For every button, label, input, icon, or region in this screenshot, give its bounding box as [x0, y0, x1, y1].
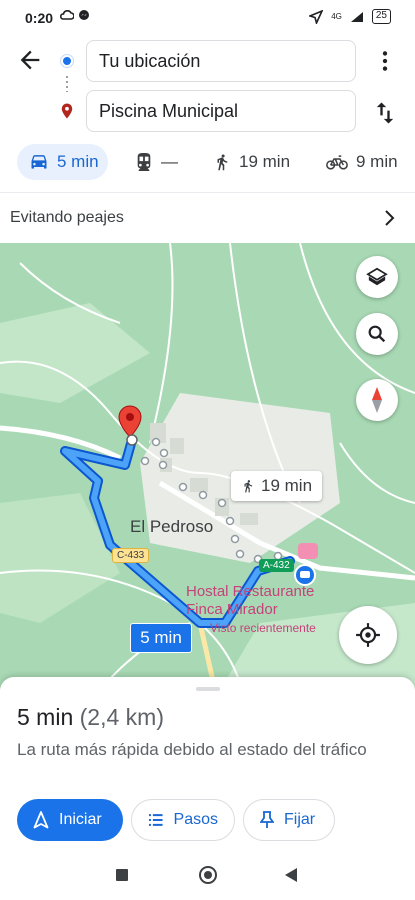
compass-button[interactable]: [356, 379, 398, 421]
destination-field[interactable]: Piscina Municipal: [86, 90, 356, 132]
location-arrow-icon: [309, 9, 324, 24]
my-location-button[interactable]: [339, 606, 397, 664]
map-view[interactable]: El Pedroso 19 min C-433 A-432 Hostal Res…: [0, 243, 415, 690]
swap-route-button[interactable]: [371, 99, 399, 127]
poi-sublabel: Visto recientemente: [210, 621, 316, 635]
map-search-button[interactable]: [356, 313, 398, 355]
route-summary: 5 min (2,4 km): [17, 704, 164, 731]
layers-icon: [366, 267, 388, 286]
tab-transit[interactable]: —: [135, 144, 178, 180]
start-label: Iniciar: [59, 811, 102, 828]
route-summary-sheet: 5 min (2,4 km) La ruta más rápida debido…: [0, 677, 415, 857]
steps-button[interactable]: Pasos: [131, 799, 235, 841]
tolls-label: Evitando peajes: [10, 209, 124, 226]
train-icon: [137, 153, 151, 171]
route-options-row[interactable]: Evitando peajes: [0, 193, 415, 243]
travel-mode-tabs: 5 min — 19 min 9 min: [0, 140, 415, 184]
destination-pin-icon: [58, 101, 76, 121]
origin-dot-icon: [61, 55, 73, 67]
walk-time-callout[interactable]: 19 min: [231, 471, 323, 501]
home-button[interactable]: [199, 866, 217, 884]
walk-icon: [244, 480, 253, 493]
road-shield-c433: C-433: [112, 548, 150, 563]
notification-icons: [59, 9, 90, 24]
drive-time: 5 min: [57, 152, 99, 171]
my-location-icon: [356, 623, 380, 647]
route-connector: [66, 76, 68, 92]
status-right: 4G 25: [309, 9, 391, 24]
route-time-callout[interactable]: 5 min: [130, 623, 192, 653]
more-options-button[interactable]: [372, 48, 398, 74]
status-bar: 0:20 4G 25: [0, 0, 415, 36]
walk-callout-time: 19 min: [261, 476, 313, 495]
walk-time: 19 min: [239, 152, 291, 171]
signal-icon: [350, 11, 363, 22]
transit-time: —: [161, 152, 178, 171]
bike-time: 9 min: [356, 152, 398, 171]
start-button[interactable]: Iniciar: [17, 799, 123, 841]
summary-distance: (2,4 km): [79, 704, 164, 730]
list-icon: [148, 814, 163, 826]
arrow-back-icon: [20, 50, 40, 70]
chevron-right-icon: [385, 210, 395, 226]
search-icon: [368, 325, 386, 343]
cloud-icon: [59, 10, 75, 20]
bike-icon: [326, 155, 348, 170]
tab-walk[interactable]: 19 min: [213, 144, 290, 180]
steps-label: Pasos: [173, 811, 218, 828]
messenger-icon: [78, 10, 89, 20]
more-vert-icon: [382, 51, 388, 71]
tab-drive[interactable]: 5 min: [17, 144, 108, 180]
swap-vert-icon: [376, 102, 394, 124]
status-time: 0:20: [25, 10, 54, 26]
recents-button[interactable]: [116, 869, 128, 881]
pin-button[interactable]: Fijar: [243, 799, 335, 841]
navigation-icon: [33, 811, 49, 829]
car-icon: [31, 155, 47, 169]
town-label: El Pedroso: [130, 517, 214, 536]
poi-label[interactable]: Hostal Restaurante Finca Mirador: [186, 583, 336, 619]
pin-label: Fijar: [284, 811, 316, 828]
route-reason: La ruta más rápida debido al estado del …: [17, 740, 367, 759]
sheet-drag-handle[interactable]: [196, 687, 220, 691]
network-indicator: 4G: [331, 12, 342, 21]
battery-indicator: 25: [371, 9, 391, 24]
origin-field[interactable]: Tu ubicación: [86, 40, 356, 82]
walk-icon: [217, 154, 228, 171]
road-shield-a432: A-432: [259, 559, 294, 572]
summary-time: 5 min: [17, 704, 74, 730]
tab-bike[interactable]: 9 min: [326, 144, 398, 180]
system-back-button[interactable]: [285, 868, 297, 882]
system-nav-bar: [0, 857, 415, 900]
layers-button[interactable]: [356, 256, 398, 298]
compass-icon: [372, 387, 382, 413]
pin-icon: [260, 811, 274, 828]
back-button[interactable]: [16, 46, 44, 74]
